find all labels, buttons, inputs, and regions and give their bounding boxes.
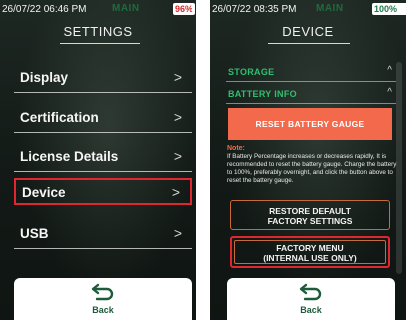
section-battery-info[interactable]: BATTERY INFO ^ (226, 86, 396, 104)
menu-item-license-details[interactable]: License Details > (14, 142, 192, 172)
back-arrow-icon (91, 283, 114, 301)
note-title: Note: (227, 145, 245, 152)
menu-item-certification[interactable]: Certification > (14, 103, 192, 133)
back-arrow-icon (299, 283, 322, 301)
chevron-up-icon: ^ (387, 65, 392, 76)
back-button[interactable]: Back (227, 278, 395, 320)
chevron-right-icon: > (173, 109, 182, 125)
chevron-right-icon: > (173, 69, 182, 85)
menu-item-label: Device (22, 185, 66, 200)
status-mode: MAIN (112, 3, 140, 14)
divider (14, 171, 192, 172)
chevron-right-icon: > (173, 225, 182, 241)
menu-item-device[interactable]: Device > (14, 178, 192, 205)
section-label: STORAGE (228, 67, 275, 77)
reset-battery-gauge-button[interactable]: RESET BATTERY GAUGE (228, 108, 392, 140)
button-label-line: RESTORE DEFAULT (269, 206, 351, 216)
button-label-line: FACTORY SETTINGS (267, 216, 353, 226)
section-label: BATTERY INFO (228, 89, 297, 99)
button-label-line: FACTORY MENU (276, 243, 344, 253)
menu-item-label: Certification (20, 110, 99, 125)
menu-item-display[interactable]: Display > (14, 63, 192, 93)
status-mode: MAIN (316, 3, 344, 14)
battery-indicator: 100% (372, 3, 406, 15)
status-bar: 26/07/22 08:35 PM MAIN 100% (210, 0, 406, 18)
page-title: DEVICE (282, 24, 334, 39)
factory-menu-button[interactable]: FACTORY MENU (INTERNAL USE ONLY) (230, 236, 390, 268)
battery-tip (192, 6, 195, 12)
note-text: If Battery Percentage increases or decre… (227, 153, 397, 184)
divider (14, 132, 192, 133)
menu-item-label: License Details (20, 149, 119, 164)
page-title: SETTINGS (63, 24, 133, 39)
menu-item-label: USB (20, 226, 49, 241)
back-label: Back (92, 305, 114, 315)
section-storage[interactable]: STORAGE ^ (226, 64, 396, 82)
menu-item-label: Display (20, 70, 69, 85)
divider (226, 103, 396, 104)
chevron-right-icon: > (171, 184, 180, 200)
status-time: 26/07/22 08:35 PM (212, 4, 297, 15)
divider (14, 248, 192, 249)
button-label-line: (INTERNAL USE ONLY) (263, 253, 357, 263)
back-button[interactable]: Back (14, 278, 192, 320)
title-underline (268, 43, 350, 44)
status-time: 26/07/22 06:46 PM (2, 4, 87, 15)
menu-item-usb[interactable]: USB > (14, 219, 192, 249)
restore-factory-settings-button[interactable]: RESTORE DEFAULT FACTORY SETTINGS (230, 200, 390, 230)
status-bar: 26/07/22 06:46 PM MAIN 96% (0, 0, 196, 18)
chevron-up-icon: ^ (387, 87, 392, 98)
back-label: Back (300, 305, 322, 315)
chevron-right-icon: > (173, 148, 182, 164)
title-underline (60, 43, 140, 44)
device-screen: 26/07/22 08:35 PM MAIN 100% DEVICE STORA… (210, 0, 406, 320)
divider (14, 92, 192, 93)
settings-screen: 26/07/22 06:46 PM MAIN 96% SETTINGS Disp… (0, 0, 196, 320)
divider (226, 81, 396, 82)
